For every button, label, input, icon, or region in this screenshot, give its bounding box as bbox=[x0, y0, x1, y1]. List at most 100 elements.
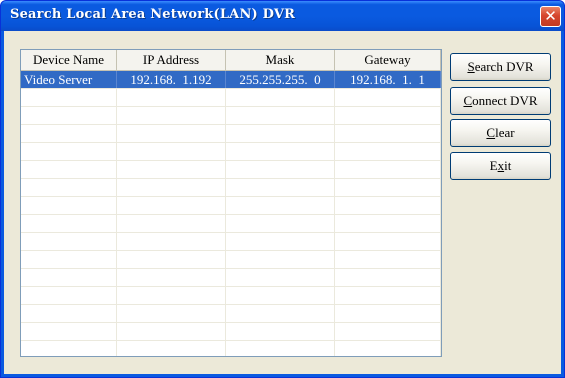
empty-cell bbox=[21, 251, 117, 268]
empty-cell bbox=[226, 143, 335, 160]
cell-device-name: Video Server bbox=[21, 71, 117, 88]
empty-row bbox=[21, 215, 441, 233]
column-header-mask[interactable]: Mask bbox=[226, 50, 335, 70]
exit-button[interactable]: Exit bbox=[450, 152, 551, 180]
empty-cell bbox=[335, 287, 441, 304]
empty-cell bbox=[335, 197, 441, 214]
empty-row bbox=[21, 125, 441, 143]
empty-cell bbox=[21, 143, 117, 160]
empty-cell bbox=[117, 179, 226, 196]
empty-cell bbox=[226, 89, 335, 106]
empty-cell bbox=[226, 323, 335, 340]
empty-row bbox=[21, 143, 441, 161]
empty-cell bbox=[21, 125, 117, 142]
empty-cell bbox=[226, 233, 335, 250]
exit-label-a: E bbox=[489, 158, 498, 173]
empty-cell bbox=[335, 107, 441, 124]
empty-cell bbox=[335, 305, 441, 322]
clear-label-b: lear bbox=[495, 125, 515, 140]
device-list[interactable]: Device Name IP Address Mask Gateway Vide… bbox=[20, 49, 442, 357]
search-dvr-label-b: earch DVR bbox=[474, 59, 534, 74]
empty-cell bbox=[21, 341, 117, 356]
empty-cell bbox=[335, 269, 441, 286]
column-header-ip-address[interactable]: IP Address bbox=[117, 50, 226, 70]
empty-row bbox=[21, 341, 441, 356]
clear-button[interactable]: Clear bbox=[450, 119, 551, 147]
empty-row bbox=[21, 179, 441, 197]
empty-row bbox=[21, 323, 441, 341]
connect-dvr-accel: C bbox=[463, 93, 473, 108]
empty-cell bbox=[226, 125, 335, 142]
cell-mask: 255.255.255. 0 bbox=[226, 71, 335, 88]
search-dvr-accel: S bbox=[467, 59, 475, 74]
empty-row bbox=[21, 89, 441, 107]
empty-cell bbox=[117, 305, 226, 322]
empty-cell bbox=[21, 89, 117, 106]
empty-cell bbox=[226, 251, 335, 268]
empty-row bbox=[21, 305, 441, 323]
clear-accel: C bbox=[486, 125, 496, 140]
dialog-body: Device Name IP Address Mask Gateway Vide… bbox=[4, 31, 561, 374]
empty-cell bbox=[117, 125, 226, 142]
column-header-device-name[interactable]: Device Name bbox=[21, 50, 117, 70]
column-header-gateway[interactable]: Gateway bbox=[335, 50, 441, 70]
search-dvr-button[interactable]: Search DVR bbox=[450, 53, 551, 81]
empty-cell bbox=[335, 125, 441, 142]
empty-cell bbox=[117, 143, 226, 160]
empty-cell bbox=[21, 233, 117, 250]
empty-cell bbox=[21, 269, 117, 286]
empty-cell bbox=[335, 251, 441, 268]
list-header: Device Name IP Address Mask Gateway bbox=[21, 50, 441, 71]
title-bar[interactable]: Search Local Area Network(LAN) DVR ✕ bbox=[1, 1, 564, 31]
window-title: Search Local Area Network(LAN) DVR bbox=[10, 7, 296, 22]
empty-row bbox=[21, 161, 441, 179]
connect-dvr-label-b: onnect DVR bbox=[472, 93, 538, 108]
cell-gateway: 192.168. 1. 1 bbox=[335, 71, 441, 88]
close-icon[interactable]: ✕ bbox=[540, 6, 561, 27]
exit-label-b: it bbox=[504, 158, 512, 173]
empty-cell bbox=[21, 107, 117, 124]
empty-cell bbox=[117, 107, 226, 124]
empty-cell bbox=[226, 305, 335, 322]
empty-cell bbox=[21, 287, 117, 304]
empty-cell bbox=[335, 89, 441, 106]
empty-cell bbox=[117, 197, 226, 214]
empty-cell bbox=[226, 287, 335, 304]
empty-cell bbox=[117, 341, 226, 356]
empty-cell bbox=[226, 179, 335, 196]
empty-cell bbox=[117, 89, 226, 106]
empty-cell bbox=[226, 161, 335, 178]
empty-cell bbox=[117, 215, 226, 232]
empty-cell bbox=[21, 305, 117, 322]
empty-cell bbox=[117, 269, 226, 286]
empty-cell bbox=[335, 215, 441, 232]
empty-cell bbox=[226, 197, 335, 214]
empty-cell bbox=[117, 161, 226, 178]
empty-cell bbox=[335, 161, 441, 178]
empty-cell bbox=[117, 251, 226, 268]
empty-cell bbox=[335, 341, 441, 356]
table-row[interactable]: Video Server 192.168. 1.192 255.255.255.… bbox=[21, 71, 441, 89]
empty-cell bbox=[335, 233, 441, 250]
empty-cell bbox=[335, 179, 441, 196]
empty-cell bbox=[226, 215, 335, 232]
empty-cell bbox=[226, 269, 335, 286]
cell-ip-address: 192.168. 1.192 bbox=[117, 71, 226, 88]
empty-cell bbox=[117, 287, 226, 304]
empty-cell bbox=[335, 143, 441, 160]
empty-row bbox=[21, 197, 441, 215]
dialog-window: Search Local Area Network(LAN) DVR ✕ Dev… bbox=[0, 0, 565, 378]
empty-cell bbox=[117, 233, 226, 250]
empty-cell bbox=[226, 107, 335, 124]
empty-cell bbox=[335, 323, 441, 340]
empty-row bbox=[21, 269, 441, 287]
empty-cell bbox=[117, 323, 226, 340]
connect-dvr-button[interactable]: Connect DVR bbox=[450, 87, 551, 115]
empty-cell bbox=[21, 161, 117, 178]
empty-cell bbox=[21, 323, 117, 340]
empty-cell bbox=[21, 179, 117, 196]
empty-row bbox=[21, 233, 441, 251]
empty-cell bbox=[226, 341, 335, 356]
empty-cell bbox=[21, 197, 117, 214]
empty-row bbox=[21, 287, 441, 305]
